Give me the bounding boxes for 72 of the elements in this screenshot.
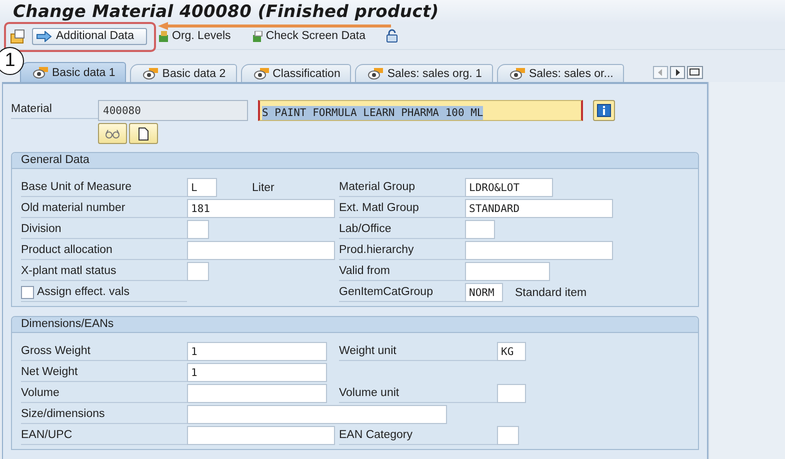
- input-field[interactable]: [187, 262, 209, 281]
- input-field[interactable]: [187, 426, 335, 445]
- eye-icon: [510, 68, 525, 80]
- field-label: Weight unit: [339, 345, 396, 357]
- group-title: General Data: [21, 154, 90, 166]
- input-field[interactable]: NORM: [465, 283, 503, 302]
- folder-icon[interactable]: [10, 28, 26, 44]
- scroll-right-icon[interactable]: [670, 66, 685, 78]
- input-field[interactable]: 1: [187, 363, 327, 382]
- field-label: Ext. Matl Group: [339, 202, 419, 214]
- input-field[interactable]: LDRO&LOT: [465, 178, 553, 197]
- additional-data-button[interactable]: Additional Data: [32, 28, 147, 44]
- field-label: Base Unit of Measure: [21, 181, 132, 193]
- description-field[interactable]: S PAINT FORMULA LEARN PHARMA 100 ML: [258, 100, 583, 121]
- checkbox-label: Assign effect. vals: [37, 286, 130, 298]
- field-label: Gross Weight: [21, 345, 90, 357]
- checkbox[interactable]: [21, 286, 34, 298]
- tab[interactable]: Basic data 2: [130, 64, 237, 82]
- input-field[interactable]: [465, 220, 495, 239]
- check-screen-data-button[interactable]: Check Screen Data: [252, 30, 366, 42]
- input-field[interactable]: [187, 384, 327, 403]
- info-icon: [597, 104, 611, 117]
- tab[interactable]: Classification: [240, 64, 352, 82]
- eye-icon: [368, 68, 384, 80]
- field-label: Division: [21, 223, 62, 235]
- field-label: Material Group: [339, 181, 416, 193]
- tab[interactable]: Sales: sales org. 1: [355, 64, 493, 82]
- input-field[interactable]: [187, 241, 335, 260]
- org-levels-button[interactable]: Org. Levels: [159, 30, 231, 42]
- input-field[interactable]: KG: [497, 342, 526, 361]
- input-field[interactable]: [497, 426, 519, 445]
- tab-list-icon[interactable]: [687, 66, 703, 78]
- unit-text: Liter: [252, 182, 274, 194]
- input-field[interactable]: 1: [187, 342, 327, 361]
- field-label: EAN/UPC: [21, 429, 72, 441]
- arrow-icon: [36, 30, 52, 42]
- create-button[interactable]: [129, 123, 158, 144]
- field-label: Old material number: [21, 202, 126, 214]
- display-button[interactable]: [98, 123, 127, 144]
- input-field[interactable]: L: [187, 178, 217, 197]
- field-label: EAN Category: [339, 429, 413, 441]
- field-label: Net Weight: [21, 366, 78, 378]
- input-field[interactable]: [465, 241, 613, 260]
- input-field[interactable]: 181: [187, 199, 335, 218]
- step-number: 1: [0, 47, 24, 75]
- input-field[interactable]: [497, 384, 526, 403]
- input-field[interactable]: STANDARD: [465, 199, 613, 218]
- tab[interactable]: Sales: sales or...: [496, 64, 624, 82]
- field-label: Product allocation: [21, 244, 112, 256]
- window-title: Change Material 400080 (Finished product): [13, 2, 439, 22]
- glasses-icon: [104, 128, 120, 138]
- eye-icon: [254, 68, 269, 80]
- input-field[interactable]: [187, 405, 447, 424]
- field-label: Material: [11, 103, 52, 115]
- group-title: Dimensions/EANs: [21, 318, 114, 330]
- tab[interactable]: Basic data 1: [20, 62, 126, 82]
- material-number-field[interactable]: 400080: [98, 100, 248, 121]
- input-field[interactable]: [465, 262, 550, 281]
- field-label: GenItemCatGroup: [339, 286, 433, 298]
- description-text: Standard item: [515, 286, 587, 298]
- input-field[interactable]: [187, 220, 209, 239]
- field-label: Prod.hierarchy: [339, 244, 414, 256]
- field-label: Lab/Office: [339, 223, 392, 235]
- field-label: Valid from: [339, 265, 390, 277]
- eye-icon: [33, 66, 48, 78]
- field-label: Volume unit: [339, 387, 400, 399]
- field-label: X-plant matl status: [21, 265, 116, 277]
- field-label: Size/dimensions: [21, 408, 105, 420]
- lock-icon[interactable]: [386, 29, 398, 43]
- info-button[interactable]: [593, 100, 615, 121]
- field-label: Volume: [21, 387, 60, 399]
- eye-icon: [143, 68, 158, 80]
